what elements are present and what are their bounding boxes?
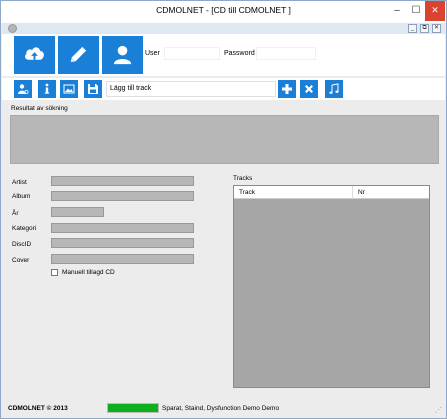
edit-button[interactable] [58,36,99,74]
manual-cd-label: Manuell tillagd CD [62,269,115,276]
cover-field[interactable] [51,254,194,264]
toolbar: Lägg till track [2,78,445,100]
tracks-label: Tracks [233,175,253,182]
save-icon [88,84,98,94]
year-field[interactable] [51,207,104,217]
tracks-header-row: Track Nr [234,186,429,199]
maximize-button[interactable]: ☐ [407,1,425,21]
user-input[interactable] [164,47,220,60]
status-brand: CDMOLNET © 2013 [8,405,68,412]
status-bar: CDMOLNET © 2013 Sparat, Staind, Dysfunct… [2,401,445,418]
close-button[interactable]: ✕ [425,1,445,21]
category-label: Kategori [12,225,37,232]
progress-fill [108,404,158,412]
resize-grip-icon[interactable]: ⋰ [435,407,443,415]
mdi-minimize-button[interactable]: _ [408,24,417,33]
year-label: År [12,210,19,217]
remove-track-button[interactable] [300,80,318,98]
user-button[interactable] [102,36,143,74]
status-text: Sparat, Staind, Dysfunction Demo Demo [162,405,280,412]
close-icon [305,85,313,93]
title-bar[interactable]: CDMOLNET - [CD till CDMOLNET ] – ☐ ✕ [1,1,446,23]
tracks-table[interactable]: Track Nr [233,185,430,388]
nr-column-header[interactable]: Nr [358,189,365,196]
password-input[interactable] [256,47,316,60]
discid-field[interactable] [51,238,194,248]
column-divider[interactable] [352,186,353,199]
mdi-menu-strip: _ ⧉ ✕ [2,23,445,34]
music-button[interactable] [325,80,343,98]
mdi-restore-button[interactable]: ⧉ [420,24,429,33]
music-note-icon [329,83,339,94]
category-field[interactable] [51,223,194,233]
add-track-button[interactable] [278,80,296,98]
album-field[interactable] [51,191,194,201]
password-label: Password [224,50,255,57]
cloud-upload-icon [25,47,44,60]
discid-label: DiscID [12,241,32,248]
user-icon [113,45,132,65]
artist-field[interactable] [51,176,194,186]
save-button[interactable] [84,80,102,98]
search-results-list[interactable] [10,115,439,164]
window-title: CDMOLNET - [CD till CDMOLNET ] [156,5,291,15]
progress-bar [107,403,159,413]
track-column-header[interactable]: Track [239,189,255,196]
plus-icon [282,84,292,94]
top-action-panel: User Password [2,34,445,76]
manual-cd-checkbox[interactable] [51,269,58,276]
minimize-button[interactable]: – [387,1,407,21]
artist-label: Artist [12,179,27,186]
person-search-button[interactable] [14,80,32,98]
main-window: CDMOLNET - [CD till CDMOLNET ] – ☐ ✕ _ ⧉… [0,0,447,419]
cover-label: Cover [12,257,30,264]
add-track-input[interactable]: Lägg till track [106,81,276,97]
results-label: Resultat av sökning [11,105,68,112]
person-search-icon [18,84,29,95]
info-button[interactable] [38,80,56,98]
image-icon [63,84,75,94]
album-label: Album [12,193,31,200]
pencil-icon [70,46,87,63]
user-label: User [145,50,160,57]
info-icon [44,83,50,94]
mdi-close-button[interactable]: ✕ [432,24,441,33]
app-disc-icon[interactable] [8,24,17,33]
cloud-upload-button[interactable] [14,36,55,74]
image-button[interactable] [60,80,78,98]
